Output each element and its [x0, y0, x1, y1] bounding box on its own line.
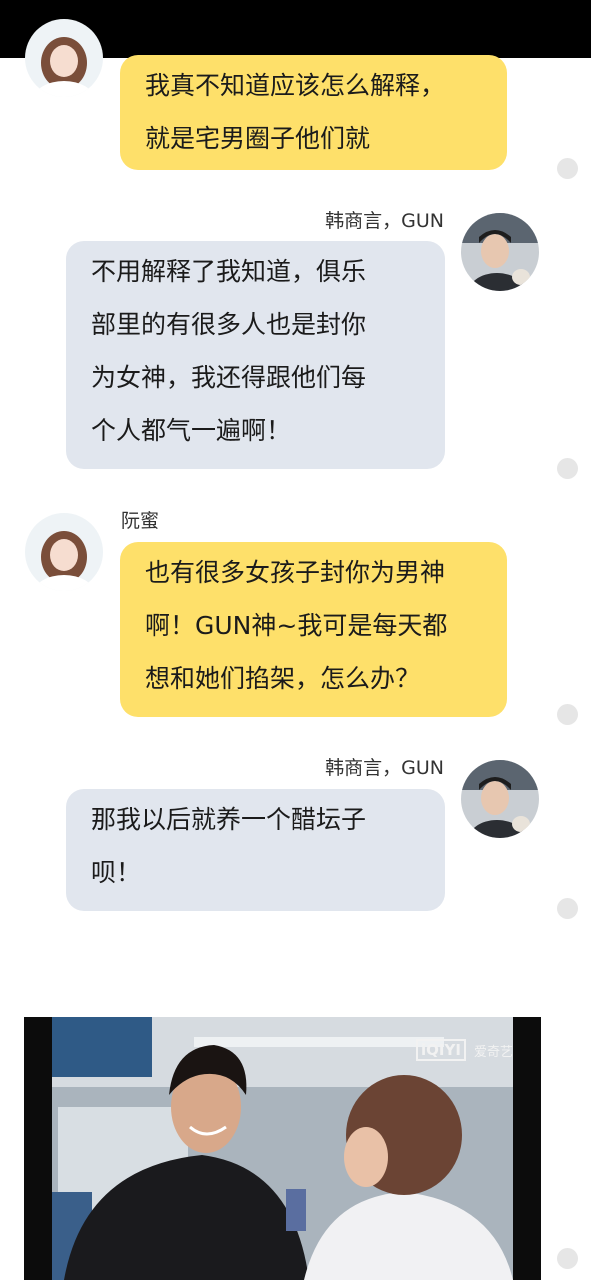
ruanmi-avatar[interactable] — [25, 19, 103, 97]
hanshangyan-avatar[interactable] — [461, 760, 539, 838]
read-status-dot — [557, 898, 578, 919]
ruanmi-avatar[interactable] — [25, 513, 103, 591]
message-bubble[interactable]: 那我以后就养一个醋坛子 呗！ — [66, 789, 445, 911]
video-thumbnail[interactable]: iQIYI 爱奇艺 — [24, 1017, 541, 1280]
message-line: 想和她们掐架，怎么办？ — [145, 664, 421, 693]
sender-name: 阮蜜 — [121, 510, 160, 532]
message-line: 呗！ — [91, 858, 142, 887]
video-watermark: iQIYI — [416, 1039, 466, 1061]
sender-name: 韩商言，GUN — [325, 210, 444, 232]
message-line: 也有很多女孩子封你为男神 — [145, 558, 446, 587]
message-line: 不用解释了我知道，俱乐 — [91, 257, 367, 286]
message-line: 个人都气一遍啊！ — [91, 416, 292, 445]
video-watermark-cn: 爱奇艺 — [474, 1045, 514, 1060]
hanshangyan-avatar[interactable] — [461, 213, 539, 291]
read-status-dot — [557, 1248, 578, 1269]
message-line: 就是宅男圈子他们就 — [145, 124, 371, 153]
read-status-dot — [557, 158, 578, 179]
message-bubble[interactable]: 我真不知道应该怎么解释， 就是宅男圈子他们就 — [120, 55, 507, 170]
message-line: 部里的有很多人也是封你 — [91, 310, 367, 339]
read-status-dot — [557, 458, 578, 479]
read-status-dot — [557, 704, 578, 725]
message-bubble[interactable]: 也有很多女孩子封你为男神 啊！GUN神~我可是每天都 想和她们掐架，怎么办？ — [120, 542, 507, 717]
sender-name: 韩商言，GUN — [325, 757, 444, 779]
message-line: 啊！GUN神~我可是每天都 — [145, 611, 448, 640]
message-bubble[interactable]: 不用解释了我知道，俱乐 部里的有很多人也是封你 为女神，我还得跟他们每 个人都气… — [66, 241, 445, 469]
message-line: 为女神，我还得跟他们每 — [91, 363, 367, 392]
message-line: 那我以后就养一个醋坛子 — [91, 805, 367, 834]
message-line: 我真不知道应该怎么解释， — [145, 71, 446, 100]
